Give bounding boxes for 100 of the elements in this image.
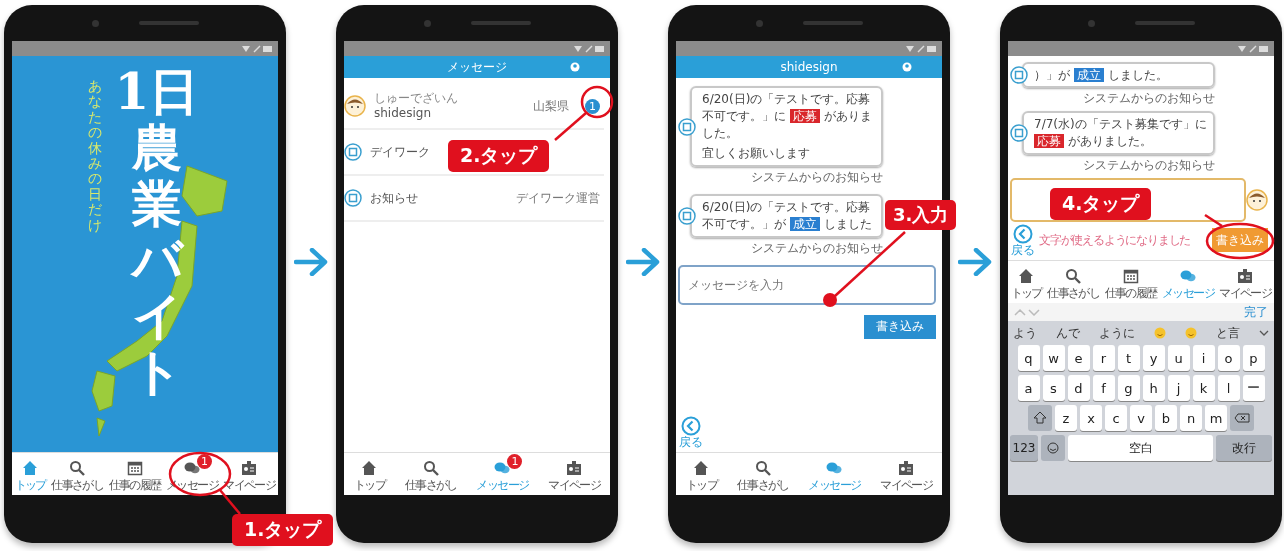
search-icon [1065,267,1082,284]
keyboard-key[interactable]: u [1167,345,1190,371]
keyboard-key[interactable]: c [1105,405,1127,431]
keyboard-key[interactable]: h [1142,375,1165,401]
keyboard-key[interactable]: e [1067,345,1090,371]
id-card-icon [241,459,258,476]
up-down-arrows-icon [1014,308,1040,316]
keyboard-key[interactable]: n [1180,405,1202,431]
message-input[interactable]: メッセージを入力 [678,264,936,305]
home-icon [22,459,39,476]
tab-bar-item[interactable]: トップ [353,453,386,495]
message-caption: システムからのお知らせ [750,239,883,257]
keyboard-key[interactable]: k [1192,375,1215,401]
tab-bar-item[interactable]: 仕事の履歴 [1104,261,1157,303]
message-text: 7/7(水)の「テスト募集です」に 応募 がありました。 [1034,116,1208,150]
emoji-icon[interactable] [1185,327,1197,339]
tab-label: 仕事の履歴 [1104,284,1157,302]
emoji-key [1041,435,1065,461]
step-label: 1.タップ [232,514,334,546]
tab-bar-item[interactable]: マイページ [548,453,601,495]
message-caption: システムからのお知らせ [1082,157,1215,174]
space-key[interactable]: 空白 [1068,435,1213,461]
keyboard-key[interactable]: d [1067,375,1090,401]
camera-lens [91,19,99,27]
keyboard-key[interactable]: i [1192,345,1215,371]
thread-item[interactable]: しゅーでざいん shidesign 山梨県 1 [344,84,604,130]
tab-bar-item[interactable]: 仕事の履歴 [108,453,161,495]
keyboard-key[interactable]: j [1167,375,1190,401]
id-card-icon [566,459,583,476]
step-label: 2.タップ [448,140,550,172]
tab-label: メッセージ [476,476,529,494]
tab-label: トップ [14,476,46,494]
leader-line [1204,213,1223,228]
camera-lens [423,19,431,27]
tab-bar-item[interactable]: 仕事さがし [1047,261,1100,303]
tab-bar-item[interactable]: マイページ [880,453,933,495]
keyboard-key[interactable]: q [1017,345,1040,371]
keyboard-key[interactable]: ー [1242,375,1265,401]
tab-label: トップ [685,476,718,494]
emoji-icon[interactable] [1154,327,1166,339]
number-key[interactable]: 123 [1010,435,1038,461]
keyboard-key[interactable]: o [1217,345,1240,371]
tab-bar-item[interactable]: トップ [685,453,718,495]
thread-name: お知らせ [370,189,418,207]
header-title: shidesign [780,60,838,74]
keyboard-key[interactable]: l [1217,375,1240,401]
step-label: 3.入力 [885,200,957,230]
status-icons-icon [1238,44,1268,53]
keyboard-key[interactable]: m [1205,405,1227,431]
suggestion[interactable]: ように [1099,324,1135,342]
tab-label: メッセージ [808,476,861,494]
keyboard-key[interactable]: b [1155,405,1177,431]
arrow-icon [626,247,660,276]
tab-bar-item[interactable]: メッセージ 1 [476,453,529,495]
message-text: ）」が 成立 しました。 [1034,66,1169,84]
backspace-key [1230,405,1254,431]
keyboard-key[interactable]: w [1042,345,1065,371]
keyboard-key[interactable]: z [1055,405,1077,431]
message-text: 6/20(日)の「テストです。応募不可です。」に 応募 がありました。 [702,91,873,142]
message-text: 宜しくお願いします [702,145,811,163]
keyboard-key[interactable]: t [1117,345,1140,371]
suggestion[interactable]: と言 [1216,324,1240,342]
user-icon [902,62,912,72]
status-icons-icon [906,44,936,53]
keyboard-key[interactable]: v [1130,405,1152,431]
thread-location: デイワーク運営 [516,189,600,207]
thread-location: 山梨県 [533,97,569,115]
keyboard-key[interactable]: a [1017,375,1040,401]
notice-text: 文字が使えるようになりました [1039,231,1192,249]
keyboard-key[interactable]: p [1242,345,1265,371]
thread-name: shidesign [374,105,432,120]
keyboard-key[interactable]: r [1092,345,1115,371]
tab-bar-item[interactable]: トップ [1010,261,1042,303]
keyboard-key[interactable]: g [1117,375,1140,401]
tab-label: マイページ [548,476,601,494]
shift-key [1028,405,1052,431]
camera-lens [1087,19,1095,27]
tab-bar-item[interactable]: 仕事さがし [404,453,457,495]
keyboard-key[interactable]: x [1080,405,1102,431]
tab-bar-item[interactable]: 仕事さがし [736,453,789,495]
search-icon [754,459,771,476]
tab-bar-item[interactable]: 仕事さがし [51,453,104,495]
leader-line [554,112,587,141]
tab-label: 仕事の履歴 [108,476,161,494]
notification-badge: 1 [507,453,523,469]
tab-bar-item[interactable]: マイページ [1219,261,1272,303]
search-icon [69,459,86,476]
suggestion[interactable]: よう [1013,324,1037,342]
thread-item[interactable]: お知らせ デイワーク運営 [344,176,604,222]
return-key[interactable]: 改行 [1216,435,1272,461]
tab-label: マイページ [1219,284,1272,302]
unread-badge: 1 [585,98,600,114]
tab-label: トップ [353,476,386,494]
send-button[interactable]: 書き込み [864,314,936,339]
suggestion[interactable]: んで [1056,324,1080,342]
arrow-icon [294,247,328,276]
keyboard-key[interactable]: y [1142,345,1165,371]
keyboard-key[interactable]: f [1092,375,1115,401]
highlight-ring [1205,222,1275,260]
keyboard-key[interactable]: s [1042,375,1065,401]
